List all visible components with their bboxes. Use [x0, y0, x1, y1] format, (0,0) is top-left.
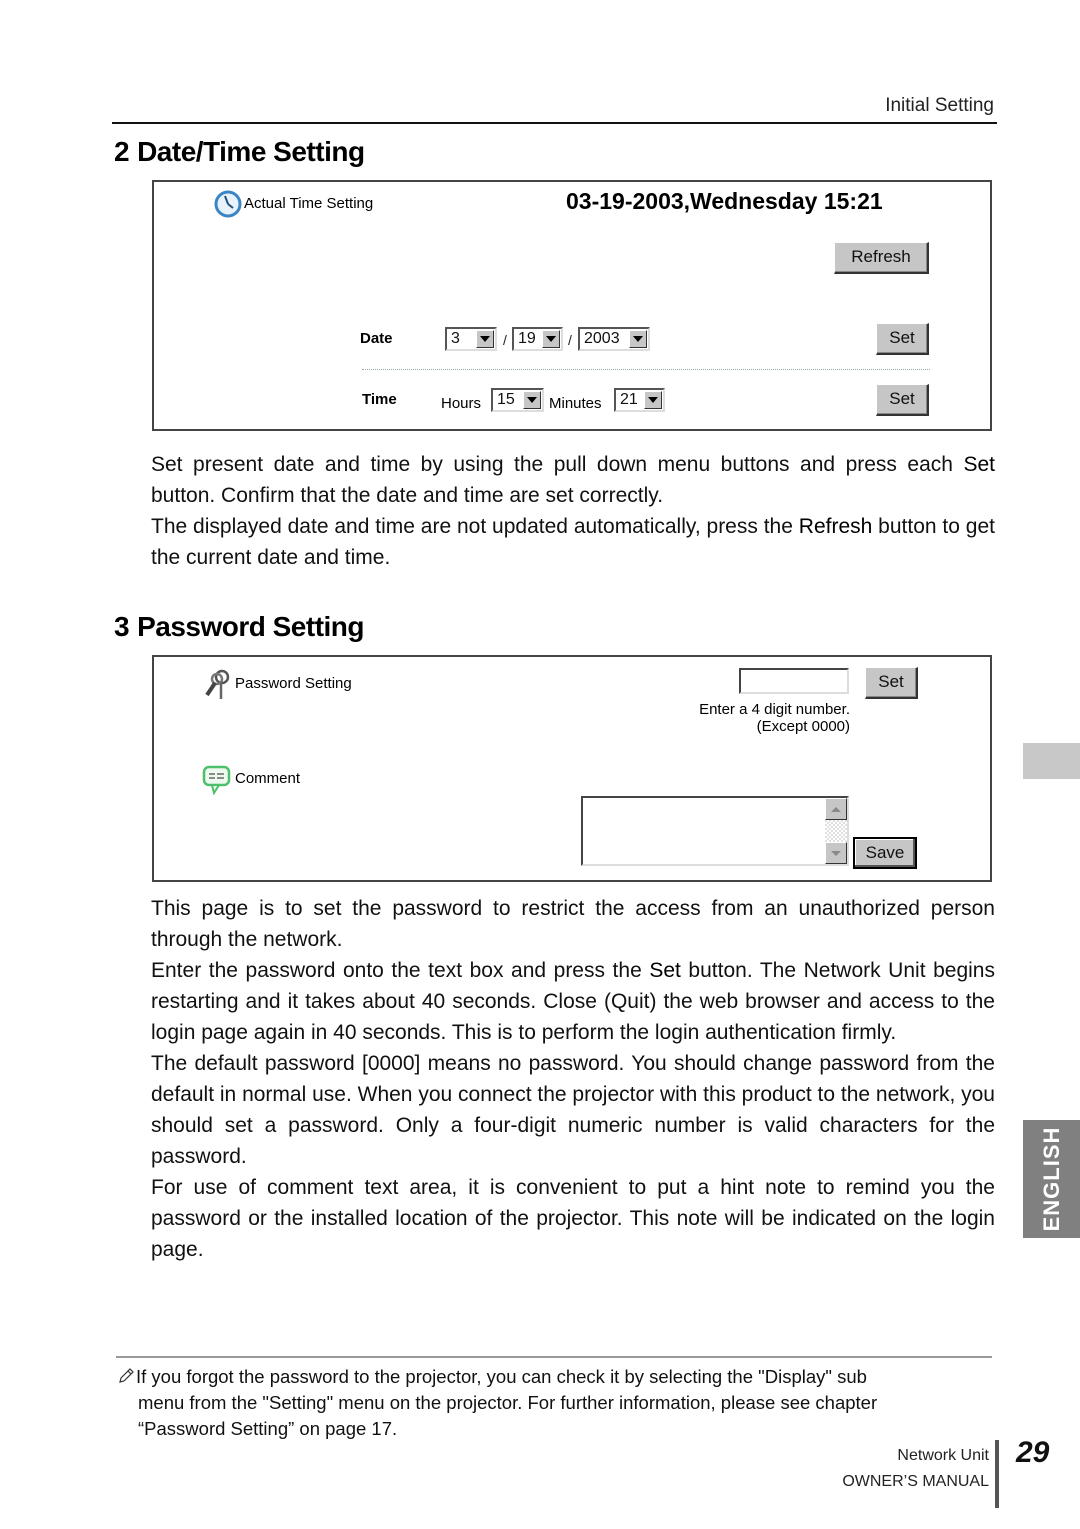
footnote-line: menu from the "Setting" menu on the proj…: [138, 1392, 878, 1413]
time-set-button[interactable]: Set: [876, 384, 929, 416]
password-input[interactable]: [739, 668, 849, 694]
password-hint: Enter a 4 digit number. (Except 0000): [699, 701, 850, 735]
password-setting-heading: Password Setting: [235, 675, 352, 692]
paragraph: Enter the password onto the text box and…: [151, 959, 995, 1044]
key-icon: [205, 669, 230, 699]
footnote: If you forgot the password to the projec…: [116, 1364, 995, 1442]
comment-text: [583, 798, 825, 864]
pencil-icon: [119, 1368, 134, 1383]
section-title-password: 3 Password Setting: [114, 611, 365, 643]
section-number: 2: [114, 136, 130, 167]
password-description: This page is to set the password to rest…: [151, 893, 995, 1265]
save-button[interactable]: Save: [853, 837, 917, 869]
password-panel: Password Setting Set Enter a 4 digit num…: [152, 655, 992, 882]
footer-bar: [995, 1440, 999, 1508]
side-tab-blank: [1023, 743, 1080, 779]
chevron-down-icon[interactable]: [523, 391, 541, 409]
chevron-down-icon[interactable]: [476, 330, 494, 348]
section-title-text: Date/Time Setting: [137, 136, 365, 167]
hours-select[interactable]: 15: [491, 388, 544, 412]
day-select[interactable]: 19: [512, 327, 563, 351]
speech-bubble-icon: [202, 765, 231, 795]
chevron-down-icon: [831, 850, 841, 856]
password-set-button[interactable]: Set: [865, 667, 918, 699]
paragraph: This page is to set the password to rest…: [151, 897, 995, 951]
comment-heading: Comment: [235, 770, 301, 787]
footer-product: Network Unit: [897, 1447, 989, 1464]
month-select[interactable]: 3: [445, 327, 497, 351]
date-label: Date: [360, 330, 393, 347]
time-label: Time: [362, 391, 397, 408]
date-separator: /: [503, 332, 507, 348]
running-head: Initial Setting: [885, 95, 994, 116]
footer-manual: OWNER’S MANUAL: [842, 1473, 989, 1490]
chevron-down-icon[interactable]: [629, 330, 647, 348]
scrollbar[interactable]: [825, 798, 847, 864]
paragraph: The displayed date and time are not upda…: [151, 515, 995, 569]
paragraph: Set present date and time by using the p…: [151, 453, 995, 507]
footnote-line: If you forgot the password to the projec…: [136, 1366, 867, 1387]
language-label: ENGLISH: [1038, 1126, 1064, 1232]
scroll-up-button[interactable]: [825, 798, 847, 820]
refresh-button[interactable]: Refresh: [834, 242, 929, 274]
chevron-down-icon[interactable]: [542, 330, 560, 348]
hours-label: Hours: [441, 395, 482, 412]
actual-time-setting-heading: Actual Time Setting: [244, 195, 374, 212]
chevron-down-icon[interactable]: [644, 391, 662, 409]
section-title-date-time: 2 Date/Time Setting: [114, 136, 365, 168]
date-time-panel: Actual Time Setting 03-19-2003,Wednesday…: [152, 180, 992, 431]
scroll-down-button[interactable]: [825, 842, 847, 864]
date-time-description: Set present date and time by using the p…: [151, 449, 995, 573]
minutes-label: Minutes: [549, 395, 602, 412]
header-rule: [112, 122, 997, 124]
clock-icon: [214, 190, 242, 218]
section-number: 3: [114, 611, 130, 642]
footnote-rule: [116, 1356, 992, 1358]
side-tab-english: ENGLISH: [1023, 1120, 1080, 1238]
date-set-button[interactable]: Set: [876, 323, 929, 355]
year-value: 2003: [584, 330, 620, 347]
page-number: 29: [1016, 1436, 1050, 1469]
current-datetime: 03-19-2003,Wednesday 15:21: [566, 188, 883, 214]
paragraph: For use of comment text area, it is conv…: [151, 1176, 995, 1261]
year-select[interactable]: 2003: [578, 327, 650, 351]
section-title-text: Password Setting: [137, 611, 365, 642]
chevron-up-icon: [831, 806, 841, 812]
hours-value: 15: [497, 391, 515, 408]
day-value: 19: [518, 330, 536, 347]
comment-textarea[interactable]: [581, 796, 849, 866]
minutes-value: 21: [620, 391, 638, 408]
paragraph: The default password [0000] means no pas…: [151, 1052, 995, 1168]
minutes-select[interactable]: 21: [614, 388, 665, 412]
footnote-line: “Password Setting” on page 17.: [138, 1418, 398, 1439]
date-separator: /: [568, 332, 572, 348]
row-divider: [362, 369, 930, 370]
month-value: 3: [451, 330, 460, 347]
